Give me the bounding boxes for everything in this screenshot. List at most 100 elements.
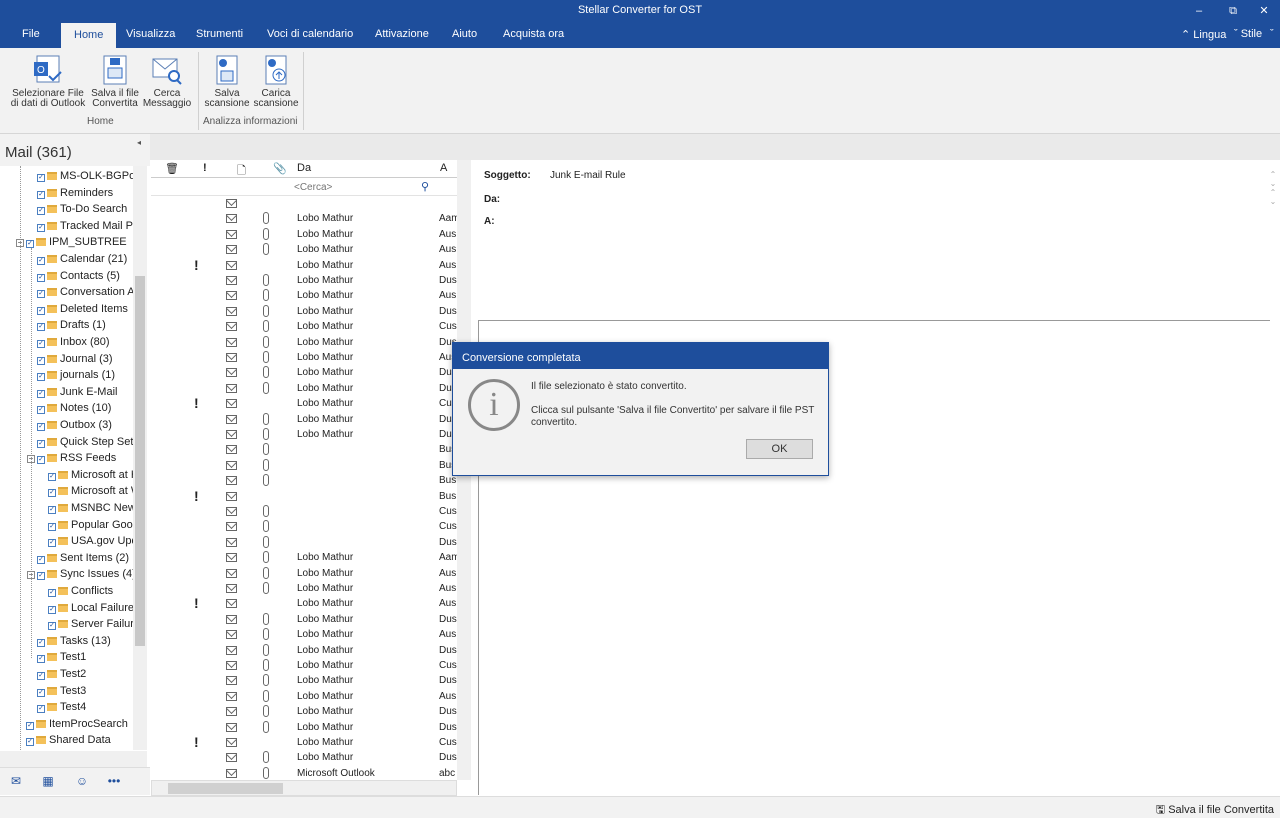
table-row[interactable]: Lobo Mathur Aus [151, 689, 457, 704]
table-row[interactable]: Lobo Mathur Dus [151, 412, 457, 427]
tree-item[interactable]: ✓ MS-OLK-BGPooling [37, 168, 133, 184]
table-row[interactable]: Bus [151, 442, 457, 457]
scrollbar-thumb[interactable] [168, 783, 283, 794]
table-row[interactable]: Lobo Mathur Aus [151, 581, 457, 596]
tree-item[interactable]: ✓ MSNBC News [48, 500, 133, 516]
tree-item[interactable]: ✓ Deleted Items [37, 301, 128, 317]
table-row[interactable]: Lobo Mathur Dus [151, 365, 457, 380]
table-row[interactable] [151, 196, 457, 211]
table-row[interactable]: Lobo Mathur Cus [151, 658, 457, 673]
tree-item[interactable]: ✓ To-Do Search [37, 201, 127, 217]
checkbox[interactable]: ✓ [37, 323, 45, 332]
checkbox[interactable]: ✓ [37, 655, 45, 664]
table-row[interactable]: Lobo Mathur Aus [151, 242, 457, 257]
checkbox[interactable]: ✓ [26, 738, 34, 747]
table-row[interactable]: Lobo Mathur Dus [151, 612, 457, 627]
menu-calendario[interactable]: Voci di calendario [267, 28, 353, 40]
mail-nav-icon[interactable]: ✉ [8, 774, 24, 790]
folder-tree-hscrollbar[interactable] [0, 751, 147, 767]
collapse-pane-icon[interactable]: ◂ [137, 138, 141, 147]
table-row[interactable]: Lobo Mathur Dus [151, 720, 457, 735]
table-row[interactable]: Lobo Mathur Aus [151, 350, 457, 365]
table-row[interactable]: Lobo Mathur Dus [151, 673, 457, 688]
ok-button[interactable]: OK [746, 439, 813, 459]
table-row[interactable]: ! Bus [151, 488, 457, 504]
save-converted-button[interactable]: Salva il file Convertita [90, 54, 140, 109]
select-outlook-file-button[interactable]: O Selezionare File di dati di Outlook [8, 54, 88, 109]
menu-aiuto[interactable]: Aiuto [452, 28, 477, 40]
contacts-nav-icon[interactable]: ☺ [74, 774, 90, 790]
tree-item[interactable]: ✓ Microsoft at Work [48, 483, 133, 499]
tree-item[interactable]: − ✓ RSS Feeds [27, 450, 116, 466]
search-message-button[interactable]: Cerca Messaggio [142, 54, 192, 109]
checkbox[interactable]: ✓ [48, 622, 56, 631]
table-row[interactable]: Bus [151, 473, 457, 488]
menu-file[interactable]: File [22, 28, 40, 40]
table-row[interactable]: Lobo Mathur Aam [151, 211, 457, 226]
tree-item[interactable]: ✓ Tasks (13) [37, 633, 111, 649]
scrollbar-thumb[interactable] [135, 276, 145, 646]
table-row[interactable]: Lobo Mathur Aus [151, 288, 457, 303]
delete-column-icon[interactable]: 🗑 [165, 162, 179, 175]
checkbox[interactable]: ✓ [48, 589, 56, 597]
menu-lingua[interactable]: ⌃ Lingua [1181, 28, 1226, 41]
checkbox[interactable]: ✓ [37, 688, 45, 697]
checkbox[interactable]: ✓ [26, 240, 34, 249]
table-row[interactable]: Lobo Mathur Aus [151, 566, 457, 581]
tree-item[interactable]: − ✓ IPM_SUBTREE [16, 234, 127, 250]
table-row[interactable]: Dus [151, 535, 457, 550]
checkbox[interactable]: ✓ [26, 721, 34, 730]
table-row[interactable]: Microsoft Outlook abc [151, 766, 457, 780]
menu-strumenti[interactable]: Strumenti [196, 28, 243, 40]
tree-item[interactable]: ✓ Calendar (21) [37, 251, 127, 267]
checkbox[interactable]: ✓ [48, 472, 56, 481]
load-scan-button[interactable]: Carica scansione [252, 54, 300, 109]
checkbox[interactable]: ✓ [37, 306, 45, 315]
table-row[interactable]: Lobo Mathur Dus [151, 304, 457, 319]
tree-item[interactable]: ✓ Inbox (80) [37, 334, 110, 350]
tree-item[interactable]: ✓ Junk E-Mail [37, 384, 117, 400]
table-row[interactable]: Lobo Mathur Aus [151, 627, 457, 642]
tree-item[interactable]: ✓ ItemProcSearch [26, 716, 128, 732]
table-row[interactable]: Bus [151, 458, 457, 473]
checkbox[interactable]: ✓ [48, 605, 56, 614]
checkbox[interactable]: ✓ [48, 539, 56, 548]
expander-icon[interactable]: − [27, 455, 35, 464]
tree-item[interactable]: ✓ Server Failures [48, 616, 133, 632]
tree-item[interactable]: ✓ Tracked Mail Processing [37, 218, 133, 234]
table-row[interactable]: Lobo Mathur Cus [151, 319, 457, 334]
checkbox[interactable]: ✓ [48, 489, 56, 498]
checkbox[interactable]: ✓ [37, 340, 45, 348]
status-save-button[interactable]: 🖫 Salva il file Convertita [1156, 801, 1274, 818]
table-row[interactable]: ! Lobo Mathur Cus [151, 735, 457, 750]
tree-item[interactable]: ✓ Contacts (5) [37, 268, 120, 284]
tree-item[interactable]: ✓ Test1 [37, 649, 86, 665]
restore-button[interactable]: ⧉ [1222, 2, 1244, 20]
checkbox[interactable]: ✓ [48, 506, 56, 514]
tree-item[interactable]: ✓ journals (1) [37, 367, 115, 383]
message-list-hscrollbar[interactable] [151, 780, 457, 796]
table-row[interactable]: Lobo Mathur Dus [151, 750, 457, 765]
tree-item[interactable]: ✓ Outbox (3) [37, 417, 112, 433]
checkbox[interactable]: ✓ [37, 572, 45, 581]
close-button[interactable]: ✕ [1253, 2, 1275, 20]
checkbox[interactable]: ✓ [48, 522, 56, 531]
menu-acquista[interactable]: Acquista ora [503, 28, 564, 40]
minimize-button[interactable]: ‒ [1188, 2, 1210, 20]
checkbox[interactable]: ✓ [37, 389, 45, 398]
table-row[interactable]: Lobo Mathur Aam [151, 550, 457, 565]
checkbox[interactable]: ✓ [37, 406, 45, 415]
from-column-header[interactable]: Da [297, 162, 311, 174]
checkbox[interactable]: ✓ [37, 423, 45, 431]
table-row[interactable]: Lobo Mathur Dus [151, 643, 457, 658]
checkbox[interactable]: ✓ [37, 439, 45, 448]
checkbox[interactable]: ✓ [37, 672, 45, 680]
table-row[interactable]: Lobo Mathur Dus [151, 381, 457, 396]
save-scan-button[interactable]: Salva scansione [203, 54, 251, 109]
expander-icon[interactable]: − [16, 239, 24, 248]
checkbox[interactable]: ✓ [37, 456, 45, 465]
tree-item[interactable]: ✓ Drafts (1) [37, 317, 106, 333]
tree-item[interactable]: ✓ Sent Items (2) [37, 550, 129, 566]
more-nav-icon[interactable]: ••• [104, 774, 124, 790]
tree-item[interactable]: ✓ Test4 [37, 699, 86, 715]
